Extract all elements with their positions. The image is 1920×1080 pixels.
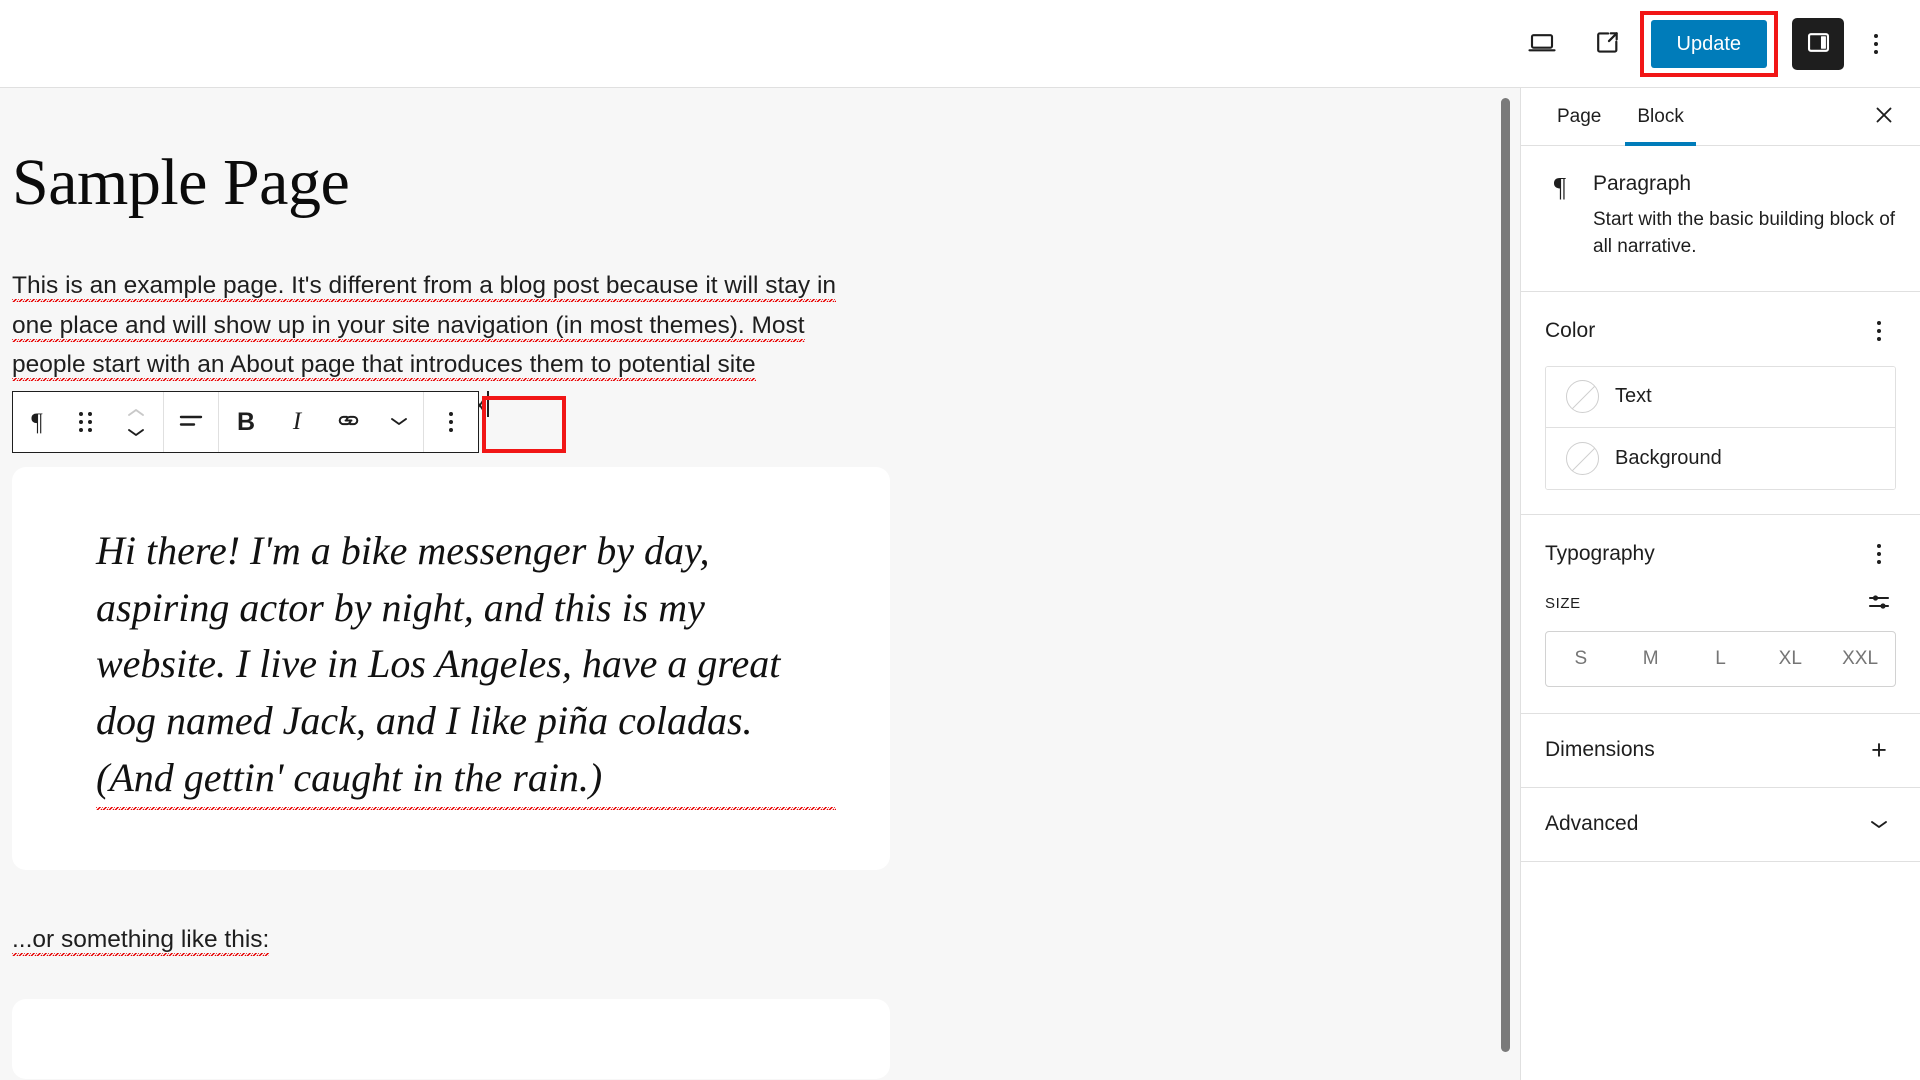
chevron-down-icon: [1862, 807, 1896, 841]
chevron-down-icon: [389, 415, 409, 430]
typography-section-header: Typography: [1545, 537, 1896, 571]
paragraph-line-1: This is an example page. It's different …: [12, 271, 837, 302]
link-icon: [335, 407, 362, 437]
typography-section-title: Typography: [1545, 541, 1655, 565]
font-size-xl[interactable]: XL: [1755, 632, 1825, 686]
external-link-icon: [1593, 28, 1622, 60]
font-size-s[interactable]: S: [1546, 632, 1616, 686]
editor-canvas-inner: Sample Page ¶ B I This is an example pag…: [0, 88, 1520, 1080]
block-name: Paragraph: [1593, 172, 1692, 195]
color-section-header: Color: [1545, 314, 1896, 348]
block-options-button[interactable]: [424, 392, 478, 452]
block-description: Start with the basic building block of a…: [1593, 209, 1896, 257]
update-button-annotation: Update: [1639, 10, 1779, 77]
color-option-label: Background: [1615, 446, 1722, 469]
link-button[interactable]: [321, 392, 375, 452]
close-icon: [1872, 103, 1896, 130]
block-toolbar-group-format: B I: [219, 392, 424, 452]
typography-section-options-button[interactable]: [1862, 537, 1896, 571]
color-section: Color Text Background: [1521, 292, 1920, 515]
page-title[interactable]: Sample Page: [12, 148, 890, 218]
color-section-title: Color: [1545, 318, 1596, 342]
more-options-icon: [1877, 543, 1881, 564]
block-info-text: Paragraph Start with the basic building …: [1593, 172, 1896, 261]
block-toolbar-group-block: ¶: [13, 392, 164, 452]
editor-more-options-button[interactable]: [1854, 18, 1898, 70]
bold-icon: B: [236, 407, 256, 436]
settings-sidebar: Page Block ¶ Paragraph Start with the ba…: [1520, 88, 1920, 1080]
font-size-group: S M L XL XXL: [1545, 630, 1896, 687]
paragraph-line-3: people start with an About page that int…: [12, 351, 756, 382]
paragraph-line: people start with an About page that int…: [12, 345, 890, 385]
editor-top-bar: Update: [0, 0, 1920, 88]
external-link-icon-button[interactable]: [1582, 18, 1634, 70]
more-options-icon: [1877, 320, 1881, 341]
align-text-button[interactable]: [164, 392, 218, 452]
next-block-card[interactable]: [12, 998, 890, 1079]
update-button[interactable]: Update: [1650, 19, 1767, 68]
block-toolbar: ¶ B I: [12, 391, 479, 453]
pullquote-text: Hi there! I'm a bike messenger by day, a…: [96, 522, 836, 810]
paragraph-icon: ¶: [1553, 172, 1567, 202]
panel-advanced-title: Advanced: [1545, 812, 1639, 836]
canvas-scrollbar[interactable]: [1501, 98, 1510, 1080]
wordpress-block-editor: Update Sample Page ¶ B I This is an exam…: [0, 0, 1920, 1080]
bold-button[interactable]: B: [219, 392, 273, 452]
block-info-card: ¶ Paragraph Start with the basic buildin…: [1521, 146, 1920, 292]
block-type-paragraph-button[interactable]: ¶: [13, 392, 61, 452]
sidebar-tabs: Page Block: [1521, 88, 1920, 146]
font-size-custom-toggle-button[interactable]: [1862, 589, 1896, 619]
paragraph-line: This is an example page. It's different …: [12, 266, 890, 306]
settings-sliders-icon: [1866, 591, 1892, 616]
more-options-icon: [1874, 33, 1878, 54]
tail-paragraph-block[interactable]: ...or something like this:: [12, 920, 890, 959]
move-up-down-button[interactable]: [109, 392, 163, 452]
more-formatting-button[interactable]: [375, 392, 423, 452]
paragraph-line: one place and will show up in your site …: [12, 306, 890, 346]
drag-handle-button[interactable]: [61, 392, 109, 452]
panel-dimensions-title: Dimensions: [1545, 738, 1655, 762]
no-color-swatch-icon: [1566, 380, 1599, 414]
panel-advanced[interactable]: Advanced: [1521, 787, 1920, 862]
paragraph-icon: ¶: [31, 408, 43, 436]
tab-page[interactable]: Page: [1539, 88, 1619, 146]
settings-sidebar-toggle-button[interactable]: [1792, 17, 1844, 70]
color-option-background[interactable]: Background: [1546, 427, 1895, 489]
move-chevrons-icon: [114, 407, 158, 438]
drag-handle-icon: [78, 412, 92, 432]
font-size-header: SIZE: [1545, 589, 1896, 619]
color-section-options-button[interactable]: [1862, 314, 1896, 348]
block-options-icon: [449, 412, 453, 432]
tail-paragraph-text: ...or something like this:: [12, 925, 270, 956]
canvas-scrollbar-thumb[interactable]: [1501, 98, 1510, 1052]
block-toolbar-group-options: [424, 392, 478, 452]
font-size-xxl[interactable]: XXL: [1825, 632, 1895, 686]
view-device-icon: [1527, 27, 1557, 60]
align-left-icon: [177, 411, 205, 434]
paragraph-line-2: one place and will show up in your site …: [12, 311, 805, 342]
no-color-swatch-icon: [1566, 441, 1599, 475]
text-caret: [486, 391, 489, 418]
italic-button[interactable]: I: [273, 392, 321, 452]
font-size-l[interactable]: L: [1686, 632, 1756, 686]
font-size-label: SIZE: [1545, 595, 1581, 613]
close-sidebar-button[interactable]: [1860, 93, 1908, 141]
editor-body: Sample Page ¶ B I This is an example pag…: [0, 88, 1920, 1080]
document-content: Sample Page ¶ B I This is an example pag…: [0, 148, 1010, 1079]
settings-panel-icon: [1805, 29, 1832, 59]
editor-canvas: Sample Page ¶ B I This is an example pag…: [0, 88, 1520, 1080]
color-option-text[interactable]: Text: [1546, 366, 1895, 428]
tab-block[interactable]: Block: [1619, 88, 1701, 146]
panel-dimensions[interactable]: Dimensions +: [1521, 713, 1920, 788]
color-options-list: Text Background: [1545, 365, 1896, 490]
block-toolbar-group-align: [164, 392, 219, 452]
pullquote-block[interactable]: Hi there! I'm a bike messenger by day, a…: [12, 466, 890, 870]
typography-section: Typography SIZE S M L XL XXL: [1521, 515, 1920, 714]
font-size-m[interactable]: M: [1616, 632, 1686, 686]
plus-icon: +: [1871, 734, 1887, 765]
italic-icon: I: [292, 408, 302, 435]
color-option-label: Text: [1615, 385, 1652, 408]
view-device-icon-button[interactable]: [1516, 18, 1568, 70]
